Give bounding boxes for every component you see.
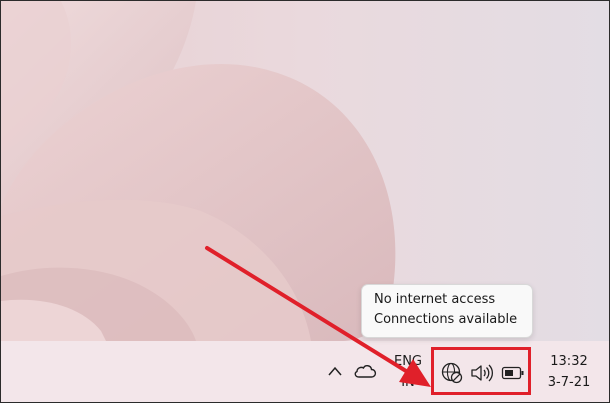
globe-no-internet-icon[interactable] (441, 362, 463, 384)
cloud-icon[interactable] (353, 362, 377, 380)
chevron-up-icon[interactable] (327, 365, 343, 377)
taskbar-clock[interactable]: 13:32 3-7-21 (537, 351, 601, 393)
speaker-icon[interactable] (470, 363, 494, 383)
clock-date: 3-7-21 (547, 375, 591, 390)
battery-icon[interactable] (501, 365, 525, 381)
tooltip-line-connections: Connections available (374, 312, 518, 327)
tooltip-line-no-internet: No internet access (374, 292, 496, 307)
language-code: ENG (393, 354, 422, 369)
language-region: IN (401, 375, 415, 390)
screenshot-frame: No internet access Connections available… (0, 0, 610, 403)
clock-time: 13:32 (550, 354, 588, 369)
network-status-tooltip: No internet access Connections available (361, 284, 533, 338)
input-language-indicator[interactable]: ENG IN (390, 351, 426, 393)
